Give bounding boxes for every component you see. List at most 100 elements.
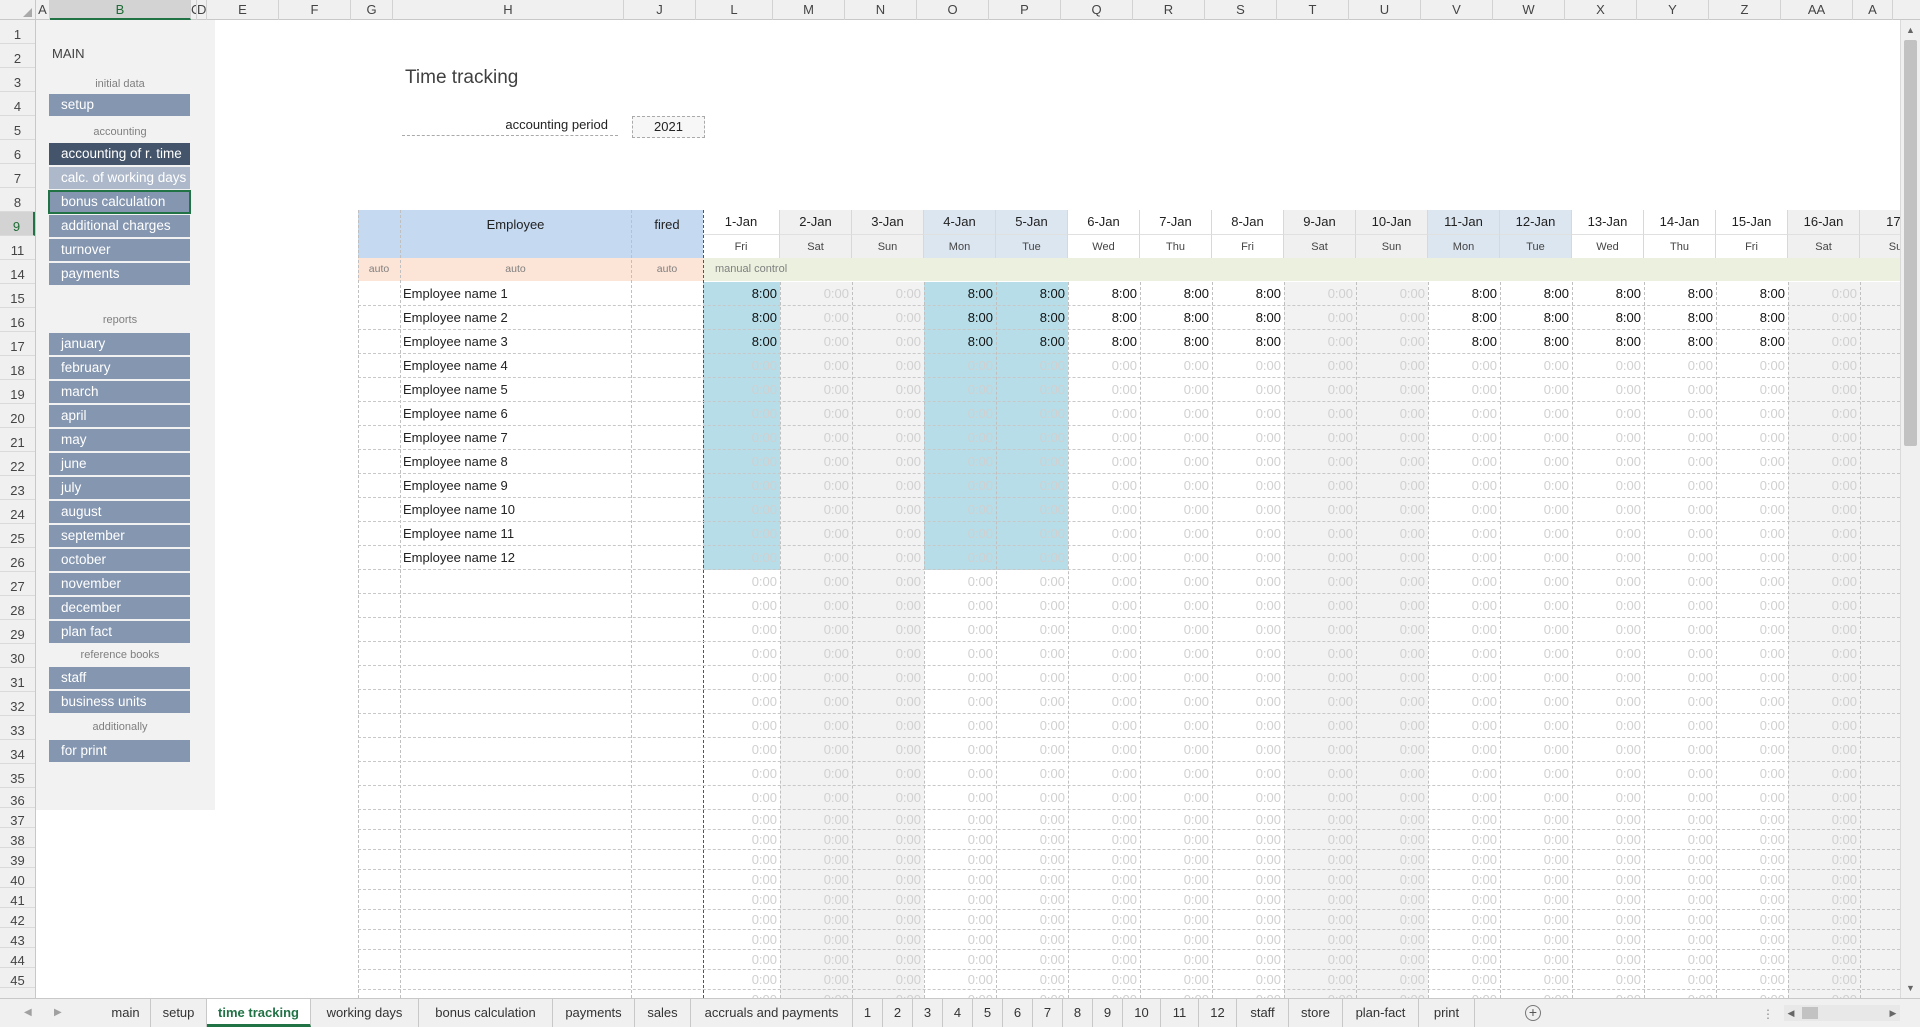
sheet-tab-sales[interactable]: sales	[635, 999, 691, 1027]
time-cell[interactable]: 0:00	[1644, 498, 1716, 522]
time-cell[interactable]: 8:00	[1140, 306, 1212, 330]
time-cell[interactable]: 0:00	[852, 762, 924, 786]
column-header-d[interactable]: D	[197, 0, 207, 20]
sheet-tab-8[interactable]: 8	[1063, 999, 1093, 1027]
time-cell[interactable]: 8:00	[1140, 330, 1212, 354]
time-cell[interactable]: 0:00	[703, 474, 780, 498]
time-cell[interactable]: 0:00	[1428, 426, 1500, 450]
time-cell[interactable]: 0:00	[996, 890, 1068, 910]
time-cell[interactable]: 0:00	[1284, 714, 1356, 738]
time-cell[interactable]: 0:00	[1212, 570, 1284, 594]
time-cell[interactable]: 0:00	[1068, 990, 1140, 998]
sheet-tab-6[interactable]: 6	[1003, 999, 1033, 1027]
time-cell[interactable]: 0:00	[1212, 950, 1284, 970]
time-cell[interactable]: 0:00	[1428, 522, 1500, 546]
employee-name-cell[interactable]: Employee name 11	[400, 522, 631, 546]
row-header-25[interactable]: 25	[0, 524, 35, 548]
time-cell[interactable]: 0:00	[1068, 426, 1140, 450]
time-cell[interactable]: 0:00	[996, 990, 1068, 998]
time-cell[interactable]: 0:00	[1428, 474, 1500, 498]
time-cell[interactable]: 0:00	[852, 330, 924, 354]
employee-name-cell[interactable]: Employee name 9	[400, 474, 631, 498]
column-header-r[interactable]: R	[1133, 0, 1205, 20]
time-cell[interactable]: 0:00	[703, 786, 780, 810]
time-cell[interactable]: 0:00	[996, 498, 1068, 522]
time-cell[interactable]: 0:00	[1068, 618, 1140, 642]
time-cell[interactable]: 0:00	[1284, 474, 1356, 498]
time-cell[interactable]: 0:00	[1788, 618, 1860, 642]
time-cell[interactable]: 0:00	[780, 306, 852, 330]
time-cell[interactable]: 0:00	[1716, 618, 1788, 642]
row-header-32[interactable]: 32	[0, 692, 35, 716]
row-header-1[interactable]: 1	[0, 20, 35, 44]
time-cell[interactable]: 0:00	[852, 714, 924, 738]
time-cell[interactable]: 0:00	[1284, 850, 1356, 870]
nav-button-september[interactable]: september	[49, 525, 190, 547]
employee-name-cell[interactable]: Employee name 5	[400, 378, 631, 402]
time-cell[interactable]: 0:00	[852, 950, 924, 970]
time-cell[interactable]: 0:00	[852, 594, 924, 618]
time-cell[interactable]: 8:00	[1644, 330, 1716, 354]
time-cell[interactable]: 0:00	[1860, 330, 1900, 354]
time-cell[interactable]: 0:00	[703, 378, 780, 402]
time-cell[interactable]: 0:00	[1428, 666, 1500, 690]
time-cell[interactable]: 0:00	[703, 810, 780, 830]
employee-name-cell[interactable]: Employee name 3	[400, 330, 631, 354]
sheet-tab-3[interactable]: 3	[913, 999, 943, 1027]
time-cell[interactable]: 0:00	[1212, 690, 1284, 714]
time-cell[interactable]: 0:00	[1284, 354, 1356, 378]
row-header-23[interactable]: 23	[0, 476, 35, 500]
time-cell[interactable]: 0:00	[1572, 378, 1644, 402]
time-cell[interactable]: 0:00	[1140, 870, 1212, 890]
time-cell[interactable]: 0:00	[1716, 354, 1788, 378]
time-cell[interactable]: 0:00	[780, 786, 852, 810]
nav-button-march[interactable]: march	[49, 381, 190, 403]
time-cell[interactable]: 0:00	[1212, 990, 1284, 998]
time-cell[interactable]: 0:00	[1140, 570, 1212, 594]
time-cell[interactable]: 0:00	[924, 930, 996, 950]
nav-button-august[interactable]: august	[49, 501, 190, 523]
time-cell[interactable]: 0:00	[703, 870, 780, 890]
time-cell[interactable]: 0:00	[852, 522, 924, 546]
time-cell[interactable]: 0:00	[703, 666, 780, 690]
time-cell[interactable]: 0:00	[1716, 642, 1788, 666]
time-cell[interactable]: 0:00	[1500, 474, 1572, 498]
time-cell[interactable]: 0:00	[703, 690, 780, 714]
nav-button-setup[interactable]: setup	[49, 94, 190, 116]
time-cell[interactable]: 0:00	[1140, 594, 1212, 618]
time-cell[interactable]: 0:00	[1788, 666, 1860, 690]
row-header-28[interactable]: 28	[0, 596, 35, 620]
sheet-tab-10[interactable]: 10	[1123, 999, 1161, 1027]
time-cell[interactable]: 0:00	[1572, 970, 1644, 990]
nav-button-staff[interactable]: staff	[49, 667, 190, 689]
time-cell[interactable]: 0:00	[780, 970, 852, 990]
employee-name-cell[interactable]: Employee name 10	[400, 498, 631, 522]
time-cell[interactable]: 8:00	[703, 306, 780, 330]
time-cell[interactable]: 0:00	[1716, 378, 1788, 402]
time-cell[interactable]: 0:00	[1644, 450, 1716, 474]
time-cell[interactable]: 0:00	[1500, 810, 1572, 830]
time-cell[interactable]: 0:00	[703, 546, 780, 570]
time-cell[interactable]: 8:00	[1212, 330, 1284, 354]
time-cell[interactable]: 0:00	[1428, 546, 1500, 570]
employee-name-cell[interactable]: Employee name 2	[400, 306, 631, 330]
nav-button-december[interactable]: december	[49, 597, 190, 619]
time-cell[interactable]: 0:00	[780, 810, 852, 830]
time-cell[interactable]: 0:00	[996, 570, 1068, 594]
time-cell[interactable]: 0:00	[1068, 830, 1140, 850]
time-cell[interactable]: 0:00	[1068, 522, 1140, 546]
time-cell[interactable]: 0:00	[1284, 690, 1356, 714]
time-cell[interactable]: 0:00	[1500, 786, 1572, 810]
time-cell[interactable]: 0:00	[780, 402, 852, 426]
time-cell[interactable]: 0:00	[1284, 762, 1356, 786]
sheet-tab-setup[interactable]: setup	[151, 999, 207, 1027]
time-cell[interactable]: 0:00	[1572, 570, 1644, 594]
time-cell[interactable]: 0:00	[1428, 930, 1500, 950]
time-cell[interactable]: 0:00	[703, 970, 780, 990]
time-cell[interactable]: 8:00	[1140, 282, 1212, 306]
time-cell[interactable]: 0:00	[1140, 474, 1212, 498]
time-cell[interactable]: 8:00	[1068, 282, 1140, 306]
time-cell[interactable]: 0:00	[1788, 738, 1860, 762]
time-cell[interactable]: 0:00	[1284, 402, 1356, 426]
time-cell[interactable]: 0:00	[1356, 402, 1428, 426]
